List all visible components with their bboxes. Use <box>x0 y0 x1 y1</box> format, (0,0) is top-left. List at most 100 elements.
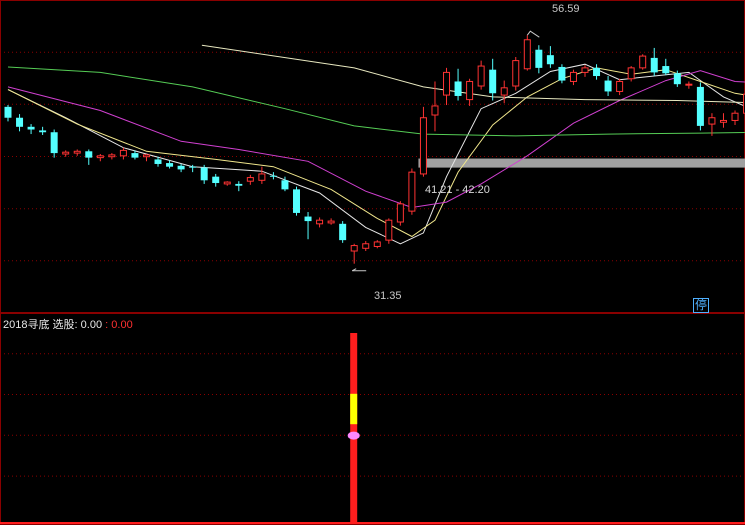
candle <box>235 181 243 192</box>
candle-body <box>731 112 739 121</box>
candle <box>593 64 601 80</box>
candle <box>293 186 300 216</box>
selection-label: 选股: <box>52 319 78 331</box>
indicator-pane-border <box>0 313 745 525</box>
candle <box>269 172 277 180</box>
candle-body <box>489 69 497 94</box>
candle-body <box>593 67 601 77</box>
candle <box>443 67 451 106</box>
signal-marker <box>347 431 360 440</box>
moving-average-line <box>7 67 745 238</box>
low-price-label: 31.35 <box>374 290 402 302</box>
candle-body <box>142 154 150 158</box>
candle-body <box>685 83 693 86</box>
candle-body <box>50 132 58 154</box>
candle-body <box>431 105 439 116</box>
support-range-label: 41.21 - 42.20 <box>425 184 490 196</box>
candle <box>408 168 416 215</box>
candle-body <box>385 219 393 241</box>
candle-body <box>673 73 681 85</box>
candle <box>27 124 35 135</box>
candle <box>466 78 474 106</box>
candle-body <box>223 181 231 185</box>
candle-body <box>408 171 416 212</box>
candle <box>73 149 81 156</box>
candle <box>316 217 324 228</box>
candle <box>142 154 150 162</box>
candle <box>223 181 231 186</box>
candle-body <box>396 203 404 223</box>
candle <box>339 221 347 243</box>
candle-body <box>616 80 624 92</box>
candle <box>119 147 127 160</box>
candle <box>569 69 577 86</box>
candle-body <box>662 66 670 74</box>
candle-body <box>212 176 220 184</box>
candle-body <box>604 80 612 92</box>
candle <box>108 153 116 160</box>
candle-body <box>108 154 116 158</box>
candle-body <box>293 189 300 213</box>
candle-body <box>339 223 347 241</box>
candle-body <box>696 86 704 126</box>
candle-body <box>327 220 335 224</box>
candle-body <box>546 55 554 65</box>
candle <box>419 106 427 177</box>
candle-body <box>477 65 485 87</box>
candle <box>200 164 208 184</box>
candle <box>489 58 497 101</box>
indicator-title: 2018寻底 选股: 0.00 : 0.00 <box>3 316 133 332</box>
candle <box>258 166 266 184</box>
candlestick-chart[interactable] <box>0 0 745 313</box>
candle-body <box>62 151 70 155</box>
candle-body <box>4 106 12 118</box>
price-chart-pane[interactable] <box>0 0 745 313</box>
candle <box>50 129 58 158</box>
moving-average-line <box>201 44 745 103</box>
indicator-chart[interactable] <box>0 313 745 525</box>
indicator-pane[interactable] <box>0 313 745 525</box>
candle-body <box>166 163 174 167</box>
candle <box>85 149 93 165</box>
candle-body <box>177 165 185 170</box>
candle <box>246 174 254 185</box>
candle-body <box>27 126 35 130</box>
candle <box>696 82 704 131</box>
candle-body <box>650 57 658 73</box>
candle <box>627 66 635 82</box>
candle-body <box>154 159 162 164</box>
signal-bar-mid-segment <box>350 393 358 425</box>
candle-body <box>454 81 462 96</box>
candle-body <box>558 66 566 81</box>
stop-trading-badge[interactable]: 停 <box>693 298 710 313</box>
candle <box>546 46 554 68</box>
candle <box>385 218 393 244</box>
indicator-name: 2018寻底 <box>3 319 50 331</box>
candle-body <box>258 173 266 181</box>
candle-body <box>466 80 474 101</box>
candle <box>731 110 739 125</box>
candle <box>62 150 70 157</box>
candle <box>523 35 531 71</box>
candle <box>16 114 24 132</box>
candle <box>685 81 693 89</box>
moving-average-line <box>7 63 745 245</box>
candle <box>4 105 12 122</box>
candle <box>96 154 104 162</box>
candle-body <box>246 177 254 182</box>
candle-body <box>16 117 24 127</box>
candle <box>177 163 185 173</box>
candle-body <box>419 117 427 175</box>
candle <box>327 218 335 225</box>
signal-bar <box>350 333 358 523</box>
candle-body <box>523 39 531 70</box>
candle-body <box>73 150 81 154</box>
candle-body <box>639 55 647 69</box>
high-pointer <box>526 30 540 38</box>
candle <box>558 64 566 84</box>
candle <box>304 212 312 240</box>
candle <box>166 160 174 169</box>
candle-body <box>269 175 277 177</box>
candle-body <box>719 119 727 123</box>
selection-value: 0.00 <box>80 319 103 331</box>
